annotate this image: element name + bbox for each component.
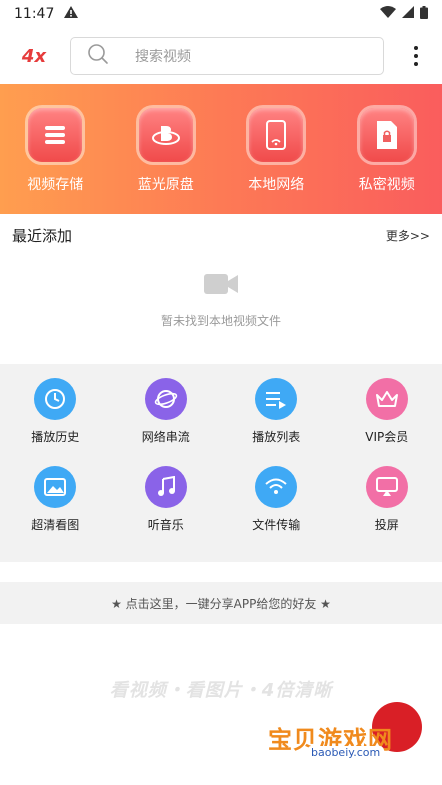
playlist-icon — [255, 378, 298, 420]
video-camera-icon — [204, 272, 238, 300]
banner-item-label: 私密视频 — [358, 177, 415, 193]
banner-item-video-storage[interactable]: 视频存储 — [5, 108, 105, 194]
slogan-text: 看视频・看图片・4倍清晰 — [109, 680, 333, 701]
banner-item-local-network[interactable]: 本地网络 — [226, 108, 326, 194]
list-icon — [28, 108, 83, 162]
top-bar: 4x 搜索视频 — [0, 28, 442, 84]
wifi-signal-icon — [380, 6, 396, 22]
phone-wifi-icon — [249, 108, 304, 162]
feature-label: 听音乐 — [147, 518, 184, 532]
feature-label: 投屏 — [374, 518, 399, 532]
globe-icon — [144, 378, 187, 420]
image-icon — [34, 466, 77, 508]
feature-play-history[interactable]: 播放历史 — [0, 378, 111, 466]
search-bar[interactable]: 搜索视频 — [70, 37, 384, 75]
feature-hd-image[interactable]: 超清看图 — [0, 466, 111, 554]
more-link[interactable]: 更多>> — [386, 227, 430, 244]
feature-label: 网络串流 — [141, 430, 190, 444]
recent-section-header: 最近添加 更多>> — [0, 214, 442, 256]
feature-label: 文件传输 — [252, 518, 301, 532]
status-time: 11:47 — [14, 6, 55, 22]
share-app-banner[interactable]: ★ 点击这里，一键分享APP给您的好友 ★ — [0, 582, 442, 624]
more-options-icon[interactable] — [408, 41, 424, 71]
banner-item-label: 蓝光原盘 — [137, 177, 194, 193]
status-bar: 11:47 — [0, 0, 442, 28]
app-logo[interactable]: 4x — [14, 46, 54, 67]
banner-item-bluray[interactable]: 蓝光原盘 — [116, 108, 216, 194]
cast-icon — [365, 466, 408, 508]
feature-file-transfer[interactable]: 文件传输 — [221, 466, 332, 554]
feature-grid: 播放历史 网络串流 播放列表 VIP会员 超清看图 听音乐 文件传输 投屏 — [0, 364, 442, 562]
feature-label: VIP会员 — [365, 430, 409, 444]
feature-music[interactable]: 听音乐 — [111, 466, 222, 554]
feature-vip[interactable]: VIP会员 — [332, 378, 442, 466]
recent-empty-state: 暂未找到本地视频文件 — [0, 256, 442, 364]
alert-icon — [64, 6, 79, 22]
banner-item-private-video[interactable]: 私密视频 — [337, 108, 437, 194]
feature-label: 播放历史 — [31, 430, 80, 444]
feature-playlist[interactable]: 播放列表 — [221, 378, 332, 466]
bluray-icon — [138, 108, 193, 162]
wifi-icon — [255, 466, 298, 508]
recent-title: 最近添加 — [12, 226, 73, 245]
lock-file-icon — [359, 108, 414, 162]
banner-item-label: 视频存储 — [27, 177, 84, 193]
search-icon — [87, 43, 109, 69]
feature-cast[interactable]: 投屏 — [332, 466, 442, 554]
cell-signal-icon — [402, 6, 414, 22]
crown-icon — [365, 378, 408, 420]
category-banner: 视频存储 蓝光原盘 本地网络 私密视频 — [0, 84, 442, 214]
battery-icon — [420, 5, 428, 23]
feature-label: 播放列表 — [252, 430, 301, 444]
clock-icon — [34, 378, 77, 420]
empty-message: 暂未找到本地视频文件 — [160, 314, 281, 328]
search-placeholder: 搜索视频 — [135, 49, 191, 65]
banner-item-label: 本地网络 — [248, 177, 305, 193]
music-icon — [144, 466, 187, 508]
watermark-logo: 宝贝游戏网 baobeiy.com — [262, 700, 422, 780]
feature-network-stream[interactable]: 网络串流 — [111, 378, 222, 466]
feature-label: 超清看图 — [31, 518, 80, 532]
watermark-url: baobeiy.com — [308, 746, 384, 759]
